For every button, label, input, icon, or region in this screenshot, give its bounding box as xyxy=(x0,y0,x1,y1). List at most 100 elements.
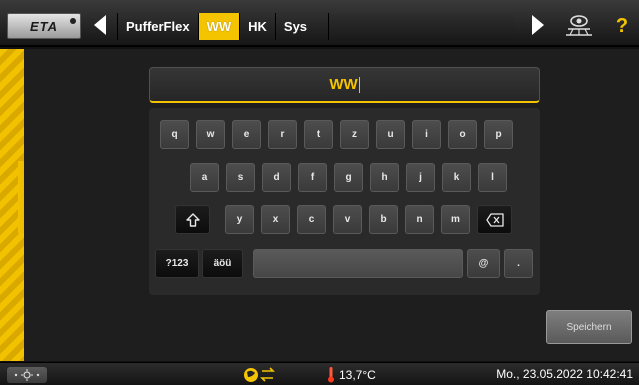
key-j[interactable]: j xyxy=(406,163,435,192)
key-label: l xyxy=(491,172,494,183)
on-screen-keyboard: q w e r t z u i o p a s d f g h j k l y … xyxy=(149,108,540,295)
dot-key[interactable]: . xyxy=(504,249,533,278)
text-caret xyxy=(358,76,360,93)
logo-text: ETA xyxy=(29,18,59,34)
home-button[interactable] xyxy=(7,367,47,383)
numbers-key[interactable]: ?123 xyxy=(155,249,199,278)
top-bar: ETA PufferFlex WW HK Sys ? xyxy=(0,0,639,47)
eta-logo[interactable]: ETA xyxy=(7,13,81,39)
tab-label: WW xyxy=(206,19,232,34)
umlaut-key[interactable]: äöü xyxy=(202,249,243,278)
tab-pufferflex[interactable]: PufferFlex xyxy=(117,13,198,40)
tab-hk[interactable]: HK xyxy=(239,13,275,40)
tab-ww[interactable]: WW xyxy=(197,13,240,40)
key-x[interactable]: x xyxy=(261,205,290,234)
key-o[interactable]: o xyxy=(448,120,477,149)
key-label: k xyxy=(453,172,460,183)
key-i[interactable]: i xyxy=(412,120,441,149)
key-n[interactable]: n xyxy=(405,205,434,234)
triangle-right-icon xyxy=(532,15,544,35)
key-label: q xyxy=(171,129,178,140)
backspace-key[interactable] xyxy=(477,205,512,234)
text-input-value: WW xyxy=(329,76,358,93)
eye-grid-icon xyxy=(566,15,592,36)
key-label: n xyxy=(416,214,423,225)
tab-label: Sys xyxy=(283,19,308,34)
tab-bar-spacer xyxy=(328,13,514,40)
save-button-label: Speichern xyxy=(566,321,612,333)
key-v[interactable]: v xyxy=(333,205,362,234)
key-s[interactable]: s xyxy=(226,163,255,192)
status-bar: 13,7°C Mo., 23.05.2022 10:42:41 xyxy=(0,362,639,385)
tab-sys[interactable]: Sys xyxy=(274,13,315,40)
key-m[interactable]: m xyxy=(441,205,470,234)
view-mode-button[interactable] xyxy=(562,11,596,41)
key-label: r xyxy=(280,129,285,140)
key-label: äöü xyxy=(213,258,232,269)
key-label: x xyxy=(272,214,279,225)
tab-scroll-left-button[interactable] xyxy=(90,14,110,36)
logo-dot-icon xyxy=(70,18,76,24)
text-input-field[interactable]: WW xyxy=(149,67,540,103)
tab-label: PufferFlex xyxy=(126,19,190,34)
globe-exchange-icon xyxy=(244,367,275,382)
key-label: ?123 xyxy=(165,258,189,269)
key-t[interactable]: t xyxy=(304,120,333,149)
shift-key[interactable] xyxy=(175,205,210,234)
temperature-value: 13,7°C xyxy=(339,367,376,382)
outdoor-temperature: 13,7°C xyxy=(327,365,376,384)
key-label: s xyxy=(237,172,244,183)
key-b[interactable]: b xyxy=(369,205,398,234)
key-q[interactable]: q xyxy=(160,120,189,149)
key-label: t xyxy=(316,129,321,140)
key-label: f xyxy=(310,172,315,183)
key-d[interactable]: d xyxy=(262,163,291,192)
key-k[interactable]: k xyxy=(442,163,471,192)
backspace-icon xyxy=(485,212,504,227)
key-label: d xyxy=(273,172,280,183)
key-p[interactable]: p xyxy=(484,120,513,149)
key-a[interactable]: a xyxy=(190,163,219,192)
help-icon: ? xyxy=(615,14,629,37)
key-label: j xyxy=(419,172,422,183)
key-label: h xyxy=(381,172,388,183)
key-h[interactable]: h xyxy=(370,163,399,192)
key-label: g xyxy=(345,172,352,183)
thermometer-icon xyxy=(328,367,334,383)
key-label: v xyxy=(344,214,351,225)
key-label: @ xyxy=(478,258,489,269)
key-y[interactable]: y xyxy=(225,205,254,234)
key-label: b xyxy=(380,214,387,225)
key-label: u xyxy=(387,129,394,140)
key-label: e xyxy=(243,129,250,140)
key-label: p xyxy=(495,129,502,140)
key-label: . xyxy=(517,258,520,269)
key-r[interactable]: r xyxy=(268,120,297,149)
space-key[interactable] xyxy=(253,249,463,278)
key-w[interactable]: w xyxy=(196,120,225,149)
key-label: i xyxy=(425,129,428,140)
key-label: z xyxy=(352,129,357,140)
key-e[interactable]: e xyxy=(232,120,261,149)
key-g[interactable]: g xyxy=(334,163,363,192)
key-c[interactable]: c xyxy=(297,205,326,234)
triangle-left-icon xyxy=(94,15,106,35)
gear-sun-icon xyxy=(14,369,40,381)
save-button[interactable]: Speichern xyxy=(546,310,632,344)
system-status-indicator xyxy=(243,365,277,384)
date-time: Mo., 23.05.2022 10:42:41 xyxy=(496,367,633,381)
tab-label: HK xyxy=(248,19,267,34)
help-button[interactable]: ? xyxy=(610,11,634,41)
key-label: y xyxy=(236,214,243,225)
tab-bar: PufferFlex WW HK Sys xyxy=(117,13,315,40)
key-label: o xyxy=(459,129,466,140)
key-f[interactable]: f xyxy=(298,163,327,192)
key-label: m xyxy=(451,214,460,225)
key-label: c xyxy=(308,214,315,225)
key-u[interactable]: u xyxy=(376,120,405,149)
shift-arrow-icon xyxy=(185,212,200,227)
at-key[interactable]: @ xyxy=(467,249,500,278)
tab-scroll-right-button[interactable] xyxy=(528,14,548,36)
key-z[interactable]: z xyxy=(340,120,369,149)
key-l[interactable]: l xyxy=(478,163,507,192)
